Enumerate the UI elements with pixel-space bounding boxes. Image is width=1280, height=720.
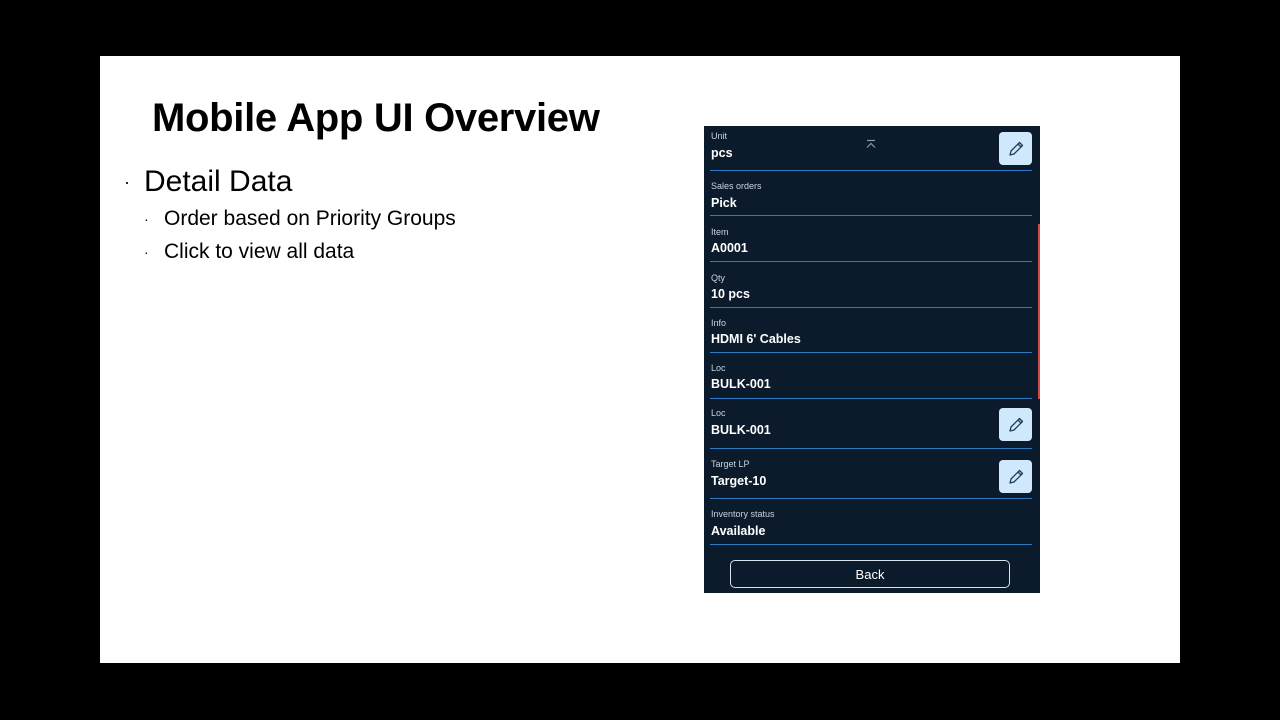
field-item[interactable]: Item A0001 <box>710 216 1032 262</box>
bullet-text: Detail Data <box>144 165 293 198</box>
field-label: Inventory status <box>711 509 775 519</box>
field-value: BULK-001 <box>711 377 771 391</box>
field-sales-orders[interactable]: Sales orders Pick <box>710 171 1032 216</box>
pencil-icon <box>1008 417 1023 432</box>
bullet-dot-icon: · <box>144 210 149 227</box>
bullet-detail-data: · Detail Data <box>124 162 456 202</box>
field-info[interactable]: Info HDMI 6' Cables <box>710 308 1032 353</box>
sub-bullet-priority: · Order based on Priority Groups <box>144 202 456 235</box>
field-value: A0001 <box>711 241 748 255</box>
field-label: Target LP <box>711 459 750 469</box>
bullet-list: · Detail Data · Order based on Priority … <box>124 162 456 268</box>
sub-bullet-text: Click to view all data <box>164 239 355 263</box>
field-value: Pick <box>711 196 737 210</box>
field-loc-edit[interactable]: Loc BULK-001 <box>710 399 1032 449</box>
pencil-icon <box>1008 141 1023 156</box>
field-inventory-status[interactable]: Inventory status Available <box>710 499 1032 545</box>
scroll-indicator[interactable] <box>1038 224 1040 399</box>
back-button[interactable]: Back <box>730 560 1010 588</box>
field-label: Unit <box>711 131 728 141</box>
field-qty[interactable]: Qty 10 pcs <box>710 262 1032 308</box>
field-value: Target-10 <box>711 474 767 488</box>
field-label: Loc <box>711 363 726 373</box>
sub-bullet-view-data: · Click to view all data <box>144 235 456 268</box>
mobile-app-screen: Unit pcs Sales orders Pick Item A0001 Qt… <box>704 126 1040 593</box>
bullet-dot-icon: · <box>124 171 130 192</box>
field-label: Item <box>711 227 729 237</box>
field-value: Available <box>711 524 766 538</box>
field-target-lp[interactable]: Target LP Target-10 <box>710 449 1032 499</box>
field-value: HDMI 6' Cables <box>711 332 801 346</box>
sub-bullet-text: Order based on Priority Groups <box>164 206 456 230</box>
slide-title: Mobile App UI Overview <box>152 96 600 140</box>
field-label: Qty <box>711 273 726 283</box>
field-value: 10 pcs <box>711 287 750 301</box>
slide: Mobile App UI Overview · Detail Data · O… <box>100 56 1180 663</box>
field-value: pcs <box>711 146 733 160</box>
edit-loc-button[interactable] <box>999 408 1032 441</box>
field-label: Info <box>711 318 727 328</box>
pencil-icon <box>1008 469 1023 484</box>
field-label: Loc <box>711 408 726 418</box>
edit-unit-button[interactable] <box>999 132 1032 165</box>
edit-target-lp-button[interactable] <box>999 460 1032 493</box>
bullet-dot-icon: · <box>144 243 149 260</box>
field-unit[interactable]: Unit pcs <box>710 126 1032 171</box>
field-loc[interactable]: Loc BULK-001 <box>710 353 1032 399</box>
field-label: Sales orders <box>711 181 762 191</box>
field-value: BULK-001 <box>711 423 771 437</box>
